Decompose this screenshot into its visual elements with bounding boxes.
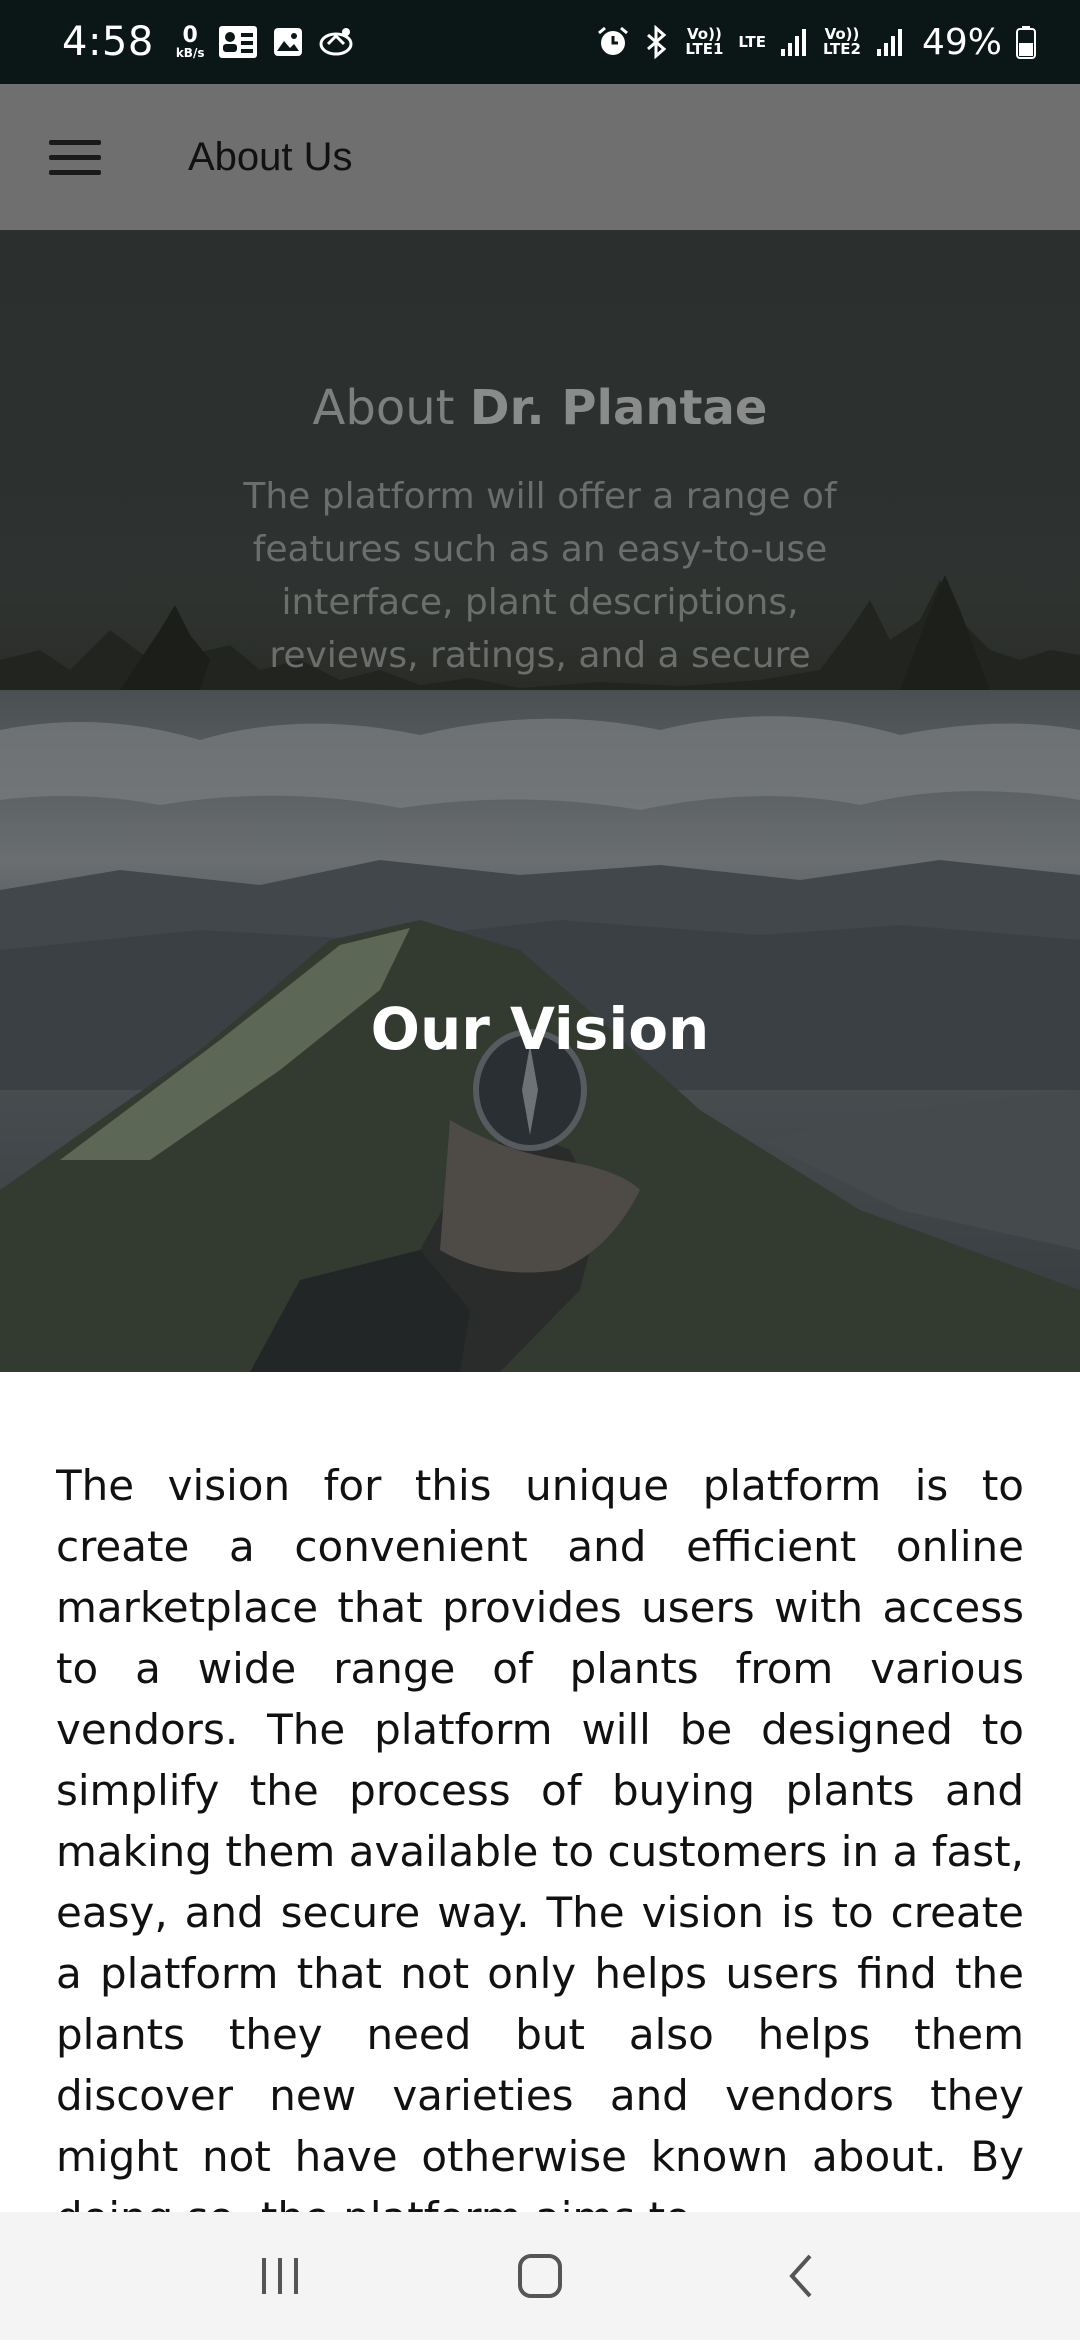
battery-icon bbox=[1016, 25, 1036, 59]
contacts-notification-icon bbox=[218, 25, 258, 59]
signal-strength-1-icon bbox=[780, 27, 808, 57]
hamburger-menu-button[interactable] bbox=[0, 84, 150, 230]
volte-lte1-label: Vo)) LTE1 bbox=[685, 25, 724, 58]
home-icon bbox=[518, 2254, 562, 2298]
signal-strength-2-icon bbox=[876, 27, 904, 57]
lte-label: LTE bbox=[738, 32, 766, 51]
page-title: About Us bbox=[188, 134, 353, 179]
vision-body-text: The vision for this unique platform is t… bbox=[56, 1461, 1024, 2215]
vision-title: Our Vision bbox=[370, 995, 710, 1063]
recents-button[interactable] bbox=[220, 2226, 340, 2326]
status-right: Vo)) LTE1 LTE Vo)) LTE2 49% bbox=[596, 22, 1036, 63]
network-speed-value: 0 bbox=[182, 23, 198, 48]
about-heading-prefix: About bbox=[312, 380, 455, 436]
about-description: The platform will offer a range of featu… bbox=[243, 476, 837, 676]
network-speed: 0 kB/s bbox=[175, 23, 205, 60]
app-bar: About Us bbox=[0, 84, 1080, 230]
volte-lte2-label: Vo)) LTE2 bbox=[822, 25, 861, 58]
status-left: 4:58 0 kB/s bbox=[62, 19, 354, 65]
cast-notification-icon bbox=[318, 26, 354, 58]
system-navigation-bar bbox=[0, 2212, 1080, 2340]
alarm-icon bbox=[596, 25, 630, 59]
status-time: 4:58 bbox=[62, 19, 154, 65]
bluetooth-icon bbox=[644, 25, 670, 59]
home-button[interactable] bbox=[480, 2226, 600, 2326]
status-bar: 4:58 0 kB/s Vo)) LTE1 LTE Vo)) LTE2 49% bbox=[0, 0, 1080, 84]
recents-icon bbox=[262, 2258, 298, 2294]
battery-percentage: 49% bbox=[921, 21, 1002, 63]
hamburger-menu-icon bbox=[49, 139, 101, 175]
vision-hero-section: Our Vision bbox=[0, 690, 1080, 1372]
back-icon bbox=[789, 2254, 812, 2298]
network-speed-unit: kB/s bbox=[175, 46, 205, 60]
about-hero-section: About Dr. Plantae The platform will offe… bbox=[0, 230, 1080, 690]
back-button[interactable] bbox=[740, 2226, 860, 2326]
about-heading: About Dr. Plantae bbox=[0, 380, 1080, 436]
gallery-notification-icon bbox=[272, 26, 304, 58]
about-heading-brand: Dr. Plantae bbox=[469, 380, 768, 436]
